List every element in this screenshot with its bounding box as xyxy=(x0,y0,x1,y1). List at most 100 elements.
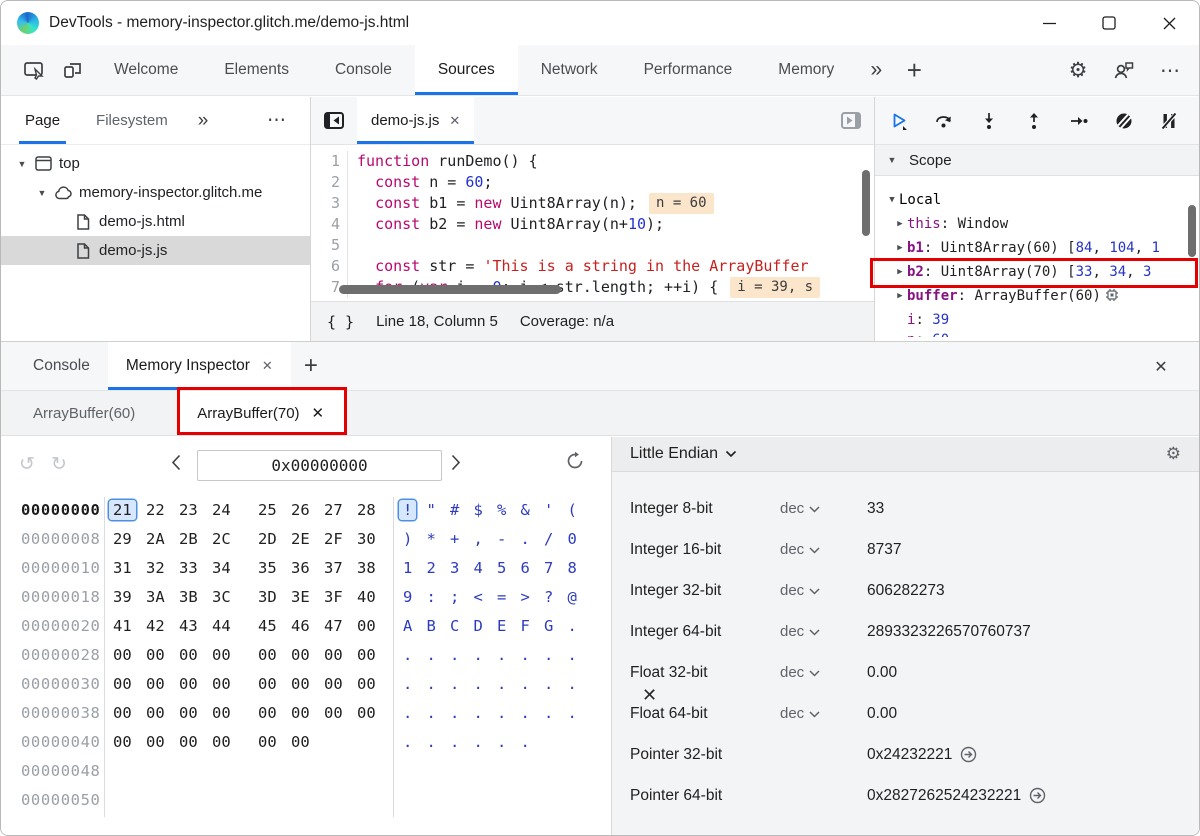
ascii-char[interactable]: . xyxy=(427,675,451,693)
hex-byte[interactable]: 00 xyxy=(212,675,245,693)
hex-byte[interactable]: 42 xyxy=(146,617,179,635)
hex-byte[interactable]: 00 xyxy=(113,733,146,751)
ascii-char[interactable]: ! xyxy=(403,501,427,519)
hex-byte[interactable]: 00 xyxy=(146,675,179,693)
ascii-char[interactable]: . xyxy=(474,646,498,664)
editor-horizontal-scrollbar[interactable] xyxy=(339,285,561,294)
ascii-char[interactable]: ) xyxy=(403,530,427,548)
ascii-char[interactable]: , xyxy=(474,530,498,548)
code-editor[interactable]: 1function runDemo() {2 const n = 60;3 co… xyxy=(311,145,874,301)
format-select[interactable]: dec xyxy=(780,705,867,722)
hex-byte[interactable]: 22 xyxy=(146,501,179,519)
refresh-icon[interactable] xyxy=(565,451,585,471)
buffer-tab-arraybuffer60[interactable]: ArrayBuffer(60) xyxy=(13,391,155,435)
hex-byte[interactable]: 41 xyxy=(113,617,146,635)
ascii-char[interactable]: C xyxy=(450,617,474,635)
buffer-tab-arraybuffer70[interactable]: ArrayBuffer(70)✕ xyxy=(177,391,344,435)
hex-byte[interactable]: 45 xyxy=(258,617,291,635)
hex-byte[interactable]: 00 xyxy=(113,646,146,664)
redo-icon[interactable]: ↻ xyxy=(51,453,67,476)
scope-variable-buffer[interactable]: ▶buffer: ArrayBuffer(60) xyxy=(875,284,1199,308)
add-drawer-tab-icon[interactable]: + xyxy=(291,342,331,390)
ascii-char[interactable]: . xyxy=(497,704,521,722)
device-toolbar-icon[interactable] xyxy=(53,45,91,95)
hex-byte[interactable]: 00 xyxy=(179,646,212,664)
hex-byte[interactable]: 28 xyxy=(357,501,390,519)
hex-byte[interactable]: 26 xyxy=(291,501,324,519)
ascii-char[interactable]: - xyxy=(497,530,521,548)
close-drawer-icon[interactable]: ✕ xyxy=(1141,342,1181,391)
ascii-char[interactable]: . xyxy=(474,733,498,751)
hex-byte[interactable]: 31 xyxy=(113,559,146,577)
hex-byte[interactable]: 00 xyxy=(146,646,179,664)
ascii-char[interactable]: . xyxy=(474,704,498,722)
tree-item-demo-js-js[interactable]: demo-js.js xyxy=(1,236,310,265)
expand-caret-icon[interactable]: ▶ xyxy=(893,291,907,301)
hex-byte[interactable]: 00 xyxy=(291,646,324,664)
hex-byte[interactable]: 00 xyxy=(146,733,179,751)
hex-byte[interactable]: 00 xyxy=(291,675,324,693)
hex-byte[interactable]: 2D xyxy=(258,530,291,548)
hex-byte[interactable]: 3E xyxy=(291,588,324,606)
hex-byte[interactable]: 21 xyxy=(113,501,146,519)
ascii-char[interactable]: 4 xyxy=(474,559,498,577)
ascii-char[interactable]: . xyxy=(521,646,545,664)
ascii-char[interactable]: . xyxy=(544,675,568,693)
hex-byte[interactable]: 46 xyxy=(291,617,324,635)
hex-byte[interactable]: 2B xyxy=(179,530,212,548)
ascii-char[interactable]: : xyxy=(427,588,451,606)
open-debugger-sidebar-icon[interactable] xyxy=(828,97,874,144)
resume-icon[interactable] xyxy=(889,111,909,131)
hex-byte[interactable]: 37 xyxy=(324,559,357,577)
navigator-more-tabs-icon[interactable]: » xyxy=(198,110,209,132)
hex-byte[interactable]: 00 xyxy=(291,704,324,722)
ascii-char[interactable]: . xyxy=(521,675,545,693)
ascii-char[interactable]: ; xyxy=(450,588,474,606)
close-tab-icon[interactable]: ✕ xyxy=(262,358,273,374)
ascii-char[interactable]: . xyxy=(568,675,592,693)
editor-vertical-scrollbar[interactable] xyxy=(862,170,870,236)
hex-byte[interactable]: 33 xyxy=(179,559,212,577)
ascii-char[interactable]: $ xyxy=(474,501,498,519)
hex-byte[interactable]: 00 xyxy=(179,704,212,722)
ascii-char[interactable]: . xyxy=(568,617,592,635)
ascii-char[interactable]: . xyxy=(403,704,427,722)
hex-byte[interactable]: 00 xyxy=(357,617,390,635)
ascii-char[interactable]: . xyxy=(521,530,545,548)
hex-byte[interactable]: 00 xyxy=(212,733,245,751)
hex-byte[interactable]: 35 xyxy=(258,559,291,577)
hex-byte[interactable]: 38 xyxy=(357,559,390,577)
format-select[interactable]: dec xyxy=(780,500,867,517)
format-select[interactable]: dec xyxy=(780,623,867,640)
ascii-char[interactable]: > xyxy=(521,588,545,606)
feedback-icon[interactable] xyxy=(1105,60,1143,80)
format-select[interactable]: dec xyxy=(780,541,867,558)
hex-grid[interactable]: 000000002122232425262728!"#$%&'(00000008… xyxy=(1,493,611,835)
ascii-char[interactable]: @ xyxy=(568,588,592,606)
hex-byte[interactable]: 00 xyxy=(212,704,245,722)
scope-section-header[interactable]: ▼ Scope xyxy=(875,145,1199,176)
ascii-char[interactable]: 8 xyxy=(568,559,592,577)
ascii-char[interactable]: . xyxy=(427,704,451,722)
ascii-char[interactable]: * xyxy=(427,530,451,548)
hex-byte[interactable]: 00 xyxy=(179,675,212,693)
main-tab-sources[interactable]: Sources xyxy=(415,45,518,95)
memory-inspector-chip-icon[interactable] xyxy=(1101,288,1119,304)
tab-page[interactable]: Page xyxy=(19,97,66,144)
drawer-tab-memory-inspector[interactable]: Memory Inspector✕ xyxy=(108,342,291,390)
ascii-char[interactable]: ' xyxy=(544,501,568,519)
hex-byte[interactable]: 00 xyxy=(357,675,390,693)
main-tab-performance[interactable]: Performance xyxy=(621,45,756,95)
main-tab-console[interactable]: Console xyxy=(312,45,415,95)
hex-byte[interactable]: 00 xyxy=(324,675,357,693)
more-tabs-icon[interactable]: » xyxy=(857,45,895,95)
hex-byte[interactable]: 00 xyxy=(357,646,390,664)
ascii-char[interactable]: = xyxy=(497,588,521,606)
hex-byte[interactable]: 27 xyxy=(324,501,357,519)
hex-byte[interactable]: 30 xyxy=(357,530,390,548)
ascii-char[interactable]: 3 xyxy=(450,559,474,577)
ascii-char[interactable]: . xyxy=(544,646,568,664)
hex-byte[interactable]: 3D xyxy=(258,588,291,606)
ascii-char[interactable]: ( xyxy=(568,501,592,519)
main-tab-elements[interactable]: Elements xyxy=(201,45,312,95)
